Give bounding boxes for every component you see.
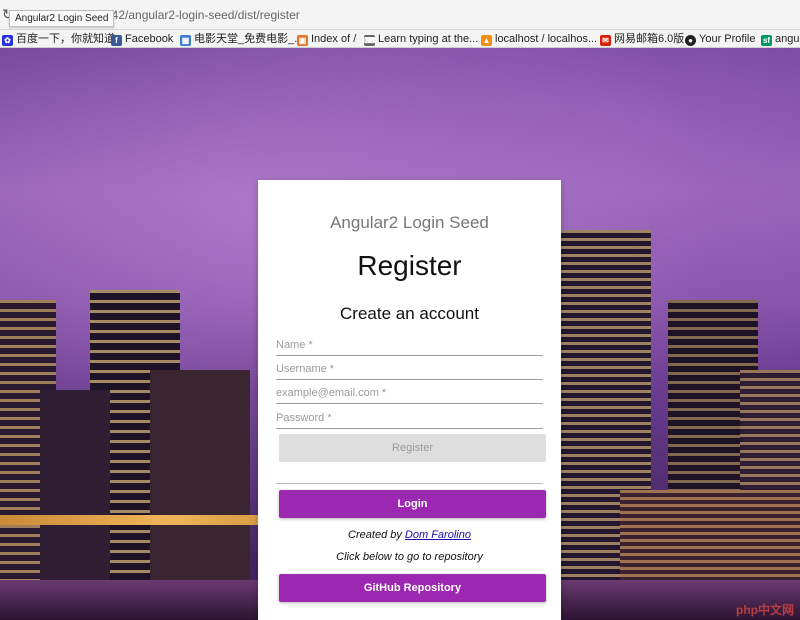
bookmark-typing[interactable]: ⌨ Learn typing at the... [364,31,478,47]
bookmark-dytt[interactable]: ▦ 电影天堂_免费电影_... [180,31,303,47]
paw-icon: ✿ [2,35,13,46]
index-icon: ▣ [297,35,308,46]
facebook-icon: f [111,35,122,46]
name-field[interactable] [276,335,543,356]
bookmark-netease[interactable]: ✉ 网易邮箱6.0版 [600,31,684,47]
credit-prefix: Created by [348,529,402,541]
register-card: Angular2 Login Seed Register Create an a… [258,180,561,620]
credit-line: Created by Dom Farolino [258,529,561,541]
bookmarks-bar: ✿ 百度一下，你就知道 f Facebook ▦ 电影天堂_免费电影_... ▣ Ind… [0,30,800,48]
tab-tooltip: Angular2 Login Seed [9,10,115,27]
register-button[interactable]: Register [279,434,546,462]
form-subheading: Create an account [340,304,479,323]
page-title: Register [357,250,462,281]
watermark-logo: php中文网 [736,603,794,617]
github-repo-button[interactable]: GitHub Repository [279,574,546,602]
bookmark-localhost[interactable]: ▲ localhost / localhos... [481,31,597,47]
divider [276,483,543,484]
app-title: Angular2 Login Seed [330,213,489,232]
netease-icon: ✉ [600,35,611,46]
login-button[interactable]: Login [279,490,546,518]
username-field[interactable] [276,359,543,380]
repo-hint: Click below to go to repository [336,551,483,563]
email-field[interactable] [276,383,543,404]
bookmark-facebook[interactable]: f Facebook [111,31,173,47]
bookmark-github-profile[interactable]: ● Your Profile [685,31,755,47]
phpmyadmin-icon: ▲ [481,35,492,46]
github-icon: ● [685,35,696,46]
bookmark-index[interactable]: ▣ Index of / [297,31,356,47]
bookmark-sf[interactable]: sf angul [761,31,800,47]
sf-icon: sf [761,35,772,46]
address-bar[interactable]: ↻ 342/angular2-login-seed/dist/register … [0,0,800,30]
bookmark-baidu[interactable]: ✿ 百度一下，你就知道 [2,31,115,47]
keyboard-icon: ⌨ [364,35,376,46]
password-field[interactable] [276,408,543,429]
grid-icon: ▦ [180,35,191,46]
url-text[interactable]: 342/angular2-login-seed/dist/register [105,8,300,22]
author-link[interactable]: Dom Farolino [405,529,471,541]
